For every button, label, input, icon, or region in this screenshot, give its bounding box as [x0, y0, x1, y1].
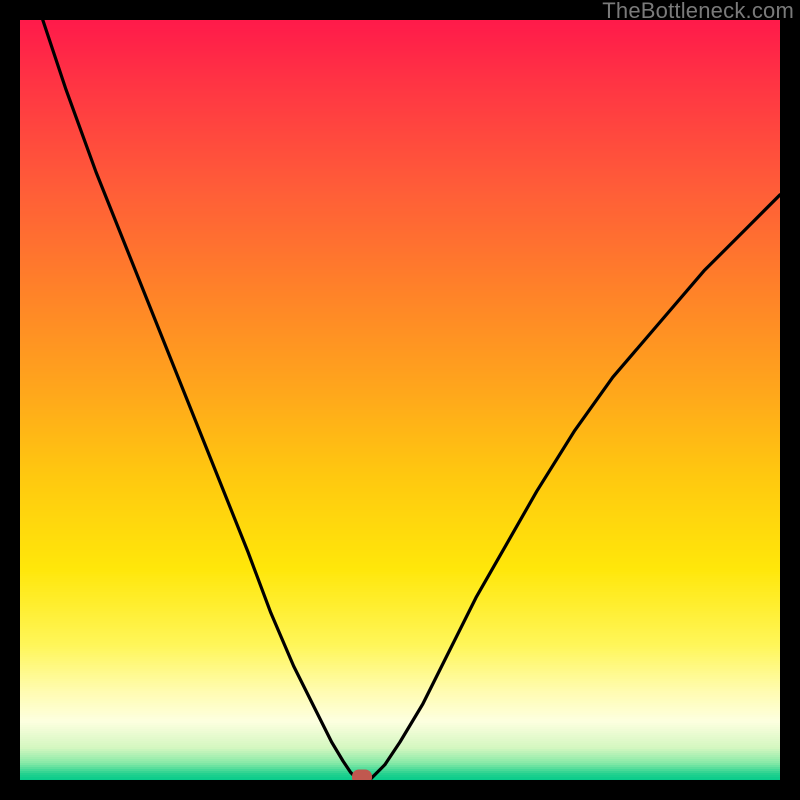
- minimum-marker: [352, 770, 372, 781]
- branding-watermark: TheBottleneck.com: [602, 0, 794, 24]
- chart-frame: TheBottleneck.com: [0, 0, 800, 800]
- bottleneck-curve: [20, 20, 780, 780]
- plot-area: [20, 20, 780, 780]
